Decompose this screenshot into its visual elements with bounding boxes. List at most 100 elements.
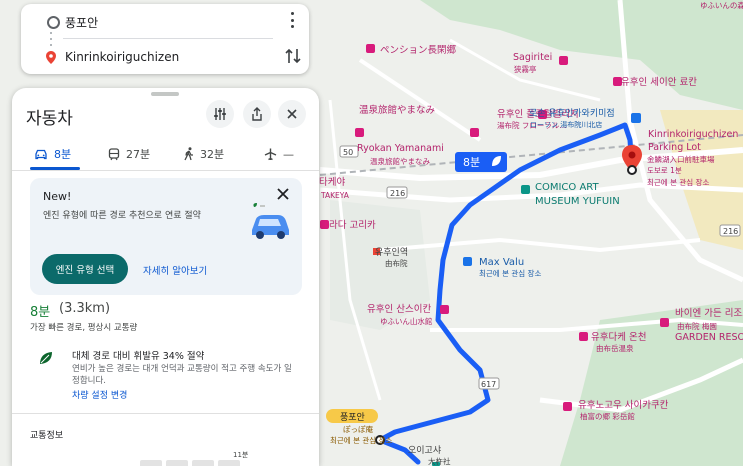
svg-text:Max Valu: Max Valu — [479, 257, 524, 268]
close-icon — [287, 109, 297, 119]
origin-row[interactable]: 풍포안 — [21, 7, 309, 37]
promo-description: 엔진 유형에 따른 경로 추천으로 연료 절약 — [43, 211, 201, 221]
origin-input[interactable]: 풍포안 — [65, 14, 98, 31]
active-tab-indicator — [30, 167, 80, 170]
svg-text:由布院: 由布院 — [385, 258, 408, 268]
svg-text:8분: 8분 — [463, 156, 480, 169]
transit-marker — [631, 113, 641, 123]
drag-handle[interactable] — [151, 92, 179, 96]
origin-icon — [47, 15, 60, 29]
museum-marker — [521, 185, 530, 194]
svg-text:216: 216 — [723, 227, 738, 236]
svg-text:최근에 본 관심 장소: 최근에 본 관심 장소 — [479, 268, 541, 278]
tab-driving[interactable]: 8분 — [34, 140, 71, 168]
transit-icon — [108, 147, 120, 160]
svg-text:柚富の郷 彩岳館: 柚富の郷 彩岳館 — [580, 411, 635, 421]
close-panel-button[interactable] — [278, 100, 306, 128]
route-divider — [63, 38, 273, 39]
promo-title: New! — [43, 190, 72, 203]
traffic-title: 교통정보 — [30, 431, 64, 441]
destination-input[interactable]: Kinrinkoiriguchizen — [65, 50, 179, 64]
svg-text:유후노고우 사이카쿠칸: 유후노고우 사이카쿠칸 — [578, 400, 669, 411]
tab-label: 32분 — [200, 148, 225, 161]
share-button[interactable] — [243, 100, 271, 128]
svg-text:ローソン 湯布院川北店: ローソン 湯布院川北店 — [530, 120, 602, 129]
tab-flights[interactable]: — — [264, 140, 294, 168]
svg-text:최근에 본 관심 장소: 최근에 본 관심 장소 — [330, 435, 392, 445]
svg-text:도보로 1분: 도보로 1분 — [647, 166, 682, 175]
svg-text:타케야: 타케야 — [319, 177, 345, 188]
share-icon — [252, 107, 262, 121]
svg-text:50: 50 — [343, 148, 353, 157]
eco-title: 대체 경로 대비 휘발유 34% 절약 — [72, 351, 205, 362]
svg-text:유후인 세이안 료칸: 유후인 세이안 료칸 — [621, 77, 697, 88]
destination-row[interactable]: Kinrinkoiriguchizen — [21, 42, 309, 72]
eco-car-icon — [252, 203, 289, 239]
svg-text:Parking Lot: Parking Lot — [648, 142, 701, 153]
walk-icon — [184, 147, 193, 161]
vehicle-settings-link[interactable]: 차량 설정 변경 — [72, 388, 127, 401]
hotel-marker — [579, 332, 588, 341]
svg-text:GARDEN RESORT: GARDEN RESORT — [675, 332, 743, 343]
more-options-icon[interactable] — [287, 12, 297, 28]
tab-label: 27분 — [126, 148, 151, 161]
route-input-card: 풍포안 Kinrinkoiriguchizen — [21, 4, 309, 74]
svg-text:Kinrinkoiriguchizen: Kinrinkoiriguchizen — [648, 129, 738, 140]
hotel-marker — [563, 402, 572, 411]
swap-icon[interactable] — [285, 46, 301, 66]
road-shield-216: 216 — [719, 224, 741, 237]
svg-text:COMICO ART: COMICO ART — [535, 182, 600, 193]
svg-text:유후다케 온천: 유후다케 온천 — [591, 332, 646, 343]
leaf-icon — [40, 352, 52, 364]
options-button[interactable] — [206, 100, 234, 128]
svg-text:Ryokan Yamanami: Ryokan Yamanami — [357, 143, 444, 154]
svg-text:ゆふいんの森: ゆふいんの森 — [700, 0, 743, 10]
route-subtitle: 가장 빠른 경로, 평상시 교통량 — [30, 323, 138, 333]
svg-text:Sagiritei: Sagiritei — [513, 52, 552, 63]
shop-marker — [463, 257, 472, 266]
engine-type-promo: New! 엔진 유형에 따른 경로 추천으로 연료 절약 엔진 유형 선택 자세… — [30, 178, 302, 295]
tab-transit[interactable]: 27분 — [108, 140, 150, 168]
svg-text:ゆふいん山水館: ゆふいん山水館 — [380, 316, 432, 326]
svg-text:ぽっぽ庵: ぽっぽ庵 — [343, 424, 373, 434]
tab-walking[interactable]: 32분 — [184, 140, 224, 168]
svg-text:狭霧亭: 狭霧亭 — [514, 64, 537, 74]
svg-text:풍포안: 풍포안 — [340, 412, 365, 423]
svg-text:ペンション長閑郷: ペンション長閑郷 — [380, 45, 457, 56]
svg-text:216: 216 — [390, 189, 405, 198]
eco-description: 연비가 높은 경로는 대개 언덕과 교통량이 적고 주행 속도가 일정합니다. — [72, 364, 292, 386]
hotel-marker — [440, 305, 449, 314]
svg-text:TAKEYA: TAKEYA — [320, 191, 350, 200]
destination-pin-icon — [46, 50, 56, 64]
flight-icon — [264, 148, 277, 160]
svg-text:라다 고리카: 라다 고리카 — [329, 220, 376, 231]
svg-text:유후인 산스이칸: 유후인 산스이칸 — [367, 304, 431, 315]
hotel-marker — [470, 128, 479, 137]
mode-title: 자동차 — [26, 109, 73, 129]
svg-text:MUSEUM YUFUIN: MUSEUM YUFUIN — [535, 196, 620, 207]
learn-more-link[interactable]: 자세히 알아보기 — [143, 263, 207, 277]
svg-text:由布岳温泉: 由布岳温泉 — [596, 343, 634, 353]
hotel-marker — [320, 220, 329, 229]
road-shield-617: 617 — [478, 377, 500, 390]
sliders-icon — [214, 108, 226, 120]
section-divider — [12, 413, 319, 414]
svg-text:金鱗湖入口前駐車場: 金鱗湖入口前駐車場 — [647, 154, 715, 164]
svg-text:617: 617 — [481, 380, 496, 389]
svg-text:由布院 梅園: 由布院 梅園 — [677, 321, 717, 331]
hotel-marker — [366, 44, 375, 53]
route-distance: (3.3km) — [59, 301, 111, 316]
hotel-marker — [355, 128, 364, 137]
svg-text:최근에 본 관심 장소: 최근에 본 관심 장소 — [647, 177, 709, 187]
hotel-marker — [559, 56, 568, 65]
select-engine-button[interactable]: 엔진 유형 선택 — [42, 254, 128, 284]
car-icon — [35, 149, 47, 159]
svg-text:温泉旅館やまなみ: 温泉旅館やまなみ — [359, 104, 435, 116]
close-icon[interactable] — [276, 187, 290, 201]
traffic-chart — [140, 460, 240, 466]
directions-panel: 자동차 8분 27분 32분 — New! 엔진 유형에 따른 경로 추천으로 … — [12, 88, 319, 466]
svg-text:로손 유후인카와키미점: 로손 유후인카와키미점 — [529, 107, 615, 119]
route-duration: 8분 — [30, 305, 51, 320]
svg-text:大杵社: 大杵社 — [428, 456, 451, 466]
travel-mode-tabs: 8분 27분 32분 — — [12, 140, 319, 171]
